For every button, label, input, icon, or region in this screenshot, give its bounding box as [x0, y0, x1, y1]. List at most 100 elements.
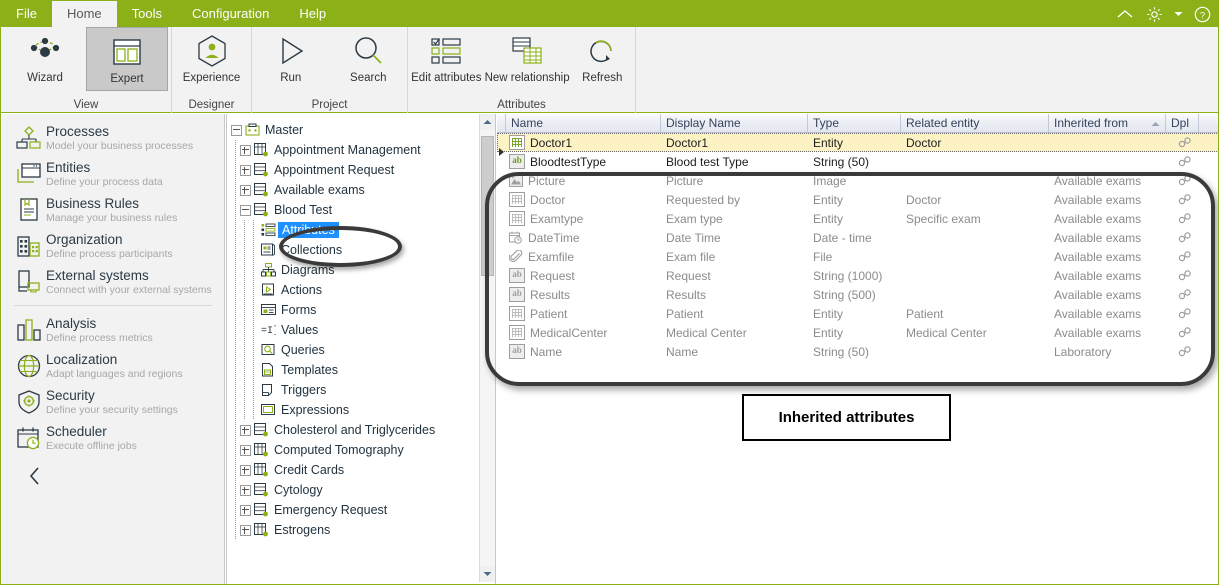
grid-column-header-type[interactable]: Type	[808, 114, 901, 132]
sidebar-item-security[interactable]: Security Define your security settings	[2, 384, 224, 420]
gear-icon[interactable]	[1144, 4, 1164, 24]
refresh-button[interactable]: Refresh	[570, 27, 635, 84]
ribbon-tab-help[interactable]: Help	[284, 1, 341, 27]
tree-node-emergency-request[interactable]: Emergency Request	[231, 500, 495, 520]
tree-node-label: Credit Cards	[274, 463, 345, 477]
table-row[interactable]: Patient Patient Entity Patient Available exa…	[497, 304, 1218, 323]
tree-node-estrogens[interactable]: Estrogens	[231, 520, 495, 540]
link-icon[interactable]	[1166, 194, 1199, 205]
tree-node-diagrams[interactable]: Diagrams	[231, 260, 495, 280]
tree-expand-toggle[interactable]	[240, 444, 251, 456]
grid-column-header-blank[interactable]	[1199, 114, 1218, 132]
tree-node-cytology[interactable]: Cytology	[231, 480, 495, 500]
tree-expand-toggle[interactable]	[240, 524, 251, 536]
tree-collapse-toggle[interactable]	[231, 124, 242, 136]
sidebar-item-external-systems[interactable]: External systems Connect with your extern…	[2, 264, 224, 300]
tree-node-collections[interactable]: Collections	[231, 240, 495, 260]
table-row[interactable]: MedicalCenter Medical Center Entity Medical…	[497, 323, 1218, 342]
experience-button[interactable]: Experience	[172, 27, 251, 84]
link-icon[interactable]	[1166, 270, 1199, 281]
tree-scrollbar[interactable]	[479, 114, 495, 582]
tree-node-templates[interactable]: Templates	[231, 360, 495, 380]
ribbon-tab-home[interactable]: Home	[51, 1, 117, 27]
table-row[interactable]: Picture Picture Image Available exams	[497, 171, 1218, 190]
tree-collapse-toggle[interactable]	[240, 204, 251, 216]
sidebar-item-localization[interactable]: Localization Adapt languages and regions	[2, 348, 224, 384]
collapse-ribbon-icon[interactable]	[1115, 4, 1135, 24]
sidebar-item-processes[interactable]: Processes Model your business processes	[2, 120, 224, 156]
cell-inherited-from: Available exams	[1054, 192, 1142, 207]
edit-attributes-icon	[426, 31, 466, 71]
tree-node-attributes[interactable]: Attributes	[231, 220, 495, 240]
grid-column-header-inherited-from[interactable]: Inherited from	[1049, 114, 1166, 132]
tree-node-expressions[interactable]: Expressions	[231, 400, 495, 420]
tree-node-appointment-request[interactable]: Appointment Request	[231, 160, 495, 180]
sidebar-item-organization[interactable]: Organization Define process participants	[2, 228, 224, 264]
tree-expand-toggle[interactable]	[240, 484, 251, 496]
grid-column-header-name[interactable]: Name	[506, 114, 661, 132]
grid-column-header-related-entity[interactable]: Related entity	[901, 114, 1049, 132]
cell-inherited-from: Available exams	[1054, 173, 1142, 188]
link-icon[interactable]	[1166, 232, 1199, 243]
wizard-button[interactable]: Wizard	[4, 27, 86, 84]
scroll-up-arrow-icon[interactable]	[480, 114, 495, 130]
tree-node-queries[interactable]: Queries	[231, 340, 495, 360]
tree-node-blood-test[interactable]: Blood Test	[231, 200, 495, 220]
link-icon[interactable]	[1166, 308, 1199, 319]
tree-node-forms[interactable]: Forms	[231, 300, 495, 320]
scroll-down-arrow-icon[interactable]	[480, 566, 495, 582]
sidebar-collapse-button[interactable]	[2, 456, 224, 486]
sidebar-item-analysis[interactable]: Analysis Define process metrics	[2, 312, 224, 348]
link-icon[interactable]	[1166, 175, 1199, 186]
tree-expand-toggle[interactable]	[240, 464, 251, 476]
cell-name: Doctor1	[530, 135, 573, 150]
tree-expand-toggle[interactable]	[240, 424, 251, 436]
link-icon[interactable]	[1166, 251, 1199, 262]
tree-node-master[interactable]: Master	[231, 120, 495, 140]
tree-node-available-exams[interactable]: Available exams	[231, 180, 495, 200]
tree-node-appointment-management[interactable]: Appointment Management	[231, 140, 495, 160]
tree-scroll-thumb[interactable]	[481, 136, 494, 276]
table-row[interactable]: Examtype Exam type Entity Specific exam Avai…	[497, 209, 1218, 228]
tree-expand-toggle[interactable]	[240, 164, 251, 176]
table-row[interactable]: ab BloodtestType Blood test Type String (50…	[497, 152, 1218, 171]
table-row[interactable]: Examfile Exam file File Available exams	[497, 247, 1218, 266]
table-row[interactable]: Doctor1 Doctor1 Entity Doctor	[497, 133, 1218, 156]
tree-expand-toggle[interactable]	[240, 504, 251, 516]
sidebar-item-scheduler[interactable]: Scheduler Execute offline jobs	[2, 420, 224, 456]
tree-expand-toggle[interactable]	[240, 184, 251, 196]
link-icon[interactable]	[1166, 289, 1199, 300]
link-icon[interactable]	[1166, 156, 1199, 167]
tree-node-values[interactable]: =I] Values	[231, 320, 495, 340]
new-relationship-button[interactable]: New relationship	[485, 27, 570, 84]
table-row[interactable]: ab Request Request String (1000) Available e…	[497, 266, 1218, 285]
edit-attributes-button[interactable]: Edit attributes	[408, 27, 485, 84]
sidebar-item-business-rules[interactable]: Business Rules Manage your business rules	[2, 192, 224, 228]
link-icon[interactable]	[1166, 346, 1199, 357]
ribbon-tab-configuration[interactable]: Configuration	[177, 1, 284, 27]
tree-node-actions[interactable]: Actions	[231, 280, 495, 300]
grid-column-header-display-name[interactable]: Display Name	[661, 114, 808, 132]
table-row[interactable]: ab Results Results String (500) Available ex…	[497, 285, 1218, 304]
tree-node-computed-tomography[interactable]: Computed Tomography	[231, 440, 495, 460]
link-icon[interactable]	[1166, 213, 1199, 224]
search-button[interactable]: Search	[330, 27, 408, 84]
tree-node-triggers[interactable]: Triggers	[231, 380, 495, 400]
link-icon[interactable]	[1166, 137, 1199, 148]
tree-node-credit-cards[interactable]: Credit Cards	[231, 460, 495, 480]
question-circle-icon[interactable]: ?	[1192, 4, 1212, 24]
ribbon-tab-tools[interactable]: Tools	[117, 1, 177, 27]
chevron-down-icon[interactable]	[1173, 4, 1183, 24]
table-row[interactable]: ab Name Name String (50) Laboratory	[497, 342, 1218, 361]
link-icon[interactable]	[1166, 327, 1199, 338]
ribbon-tab-file[interactable]: File	[1, 1, 52, 27]
run-button[interactable]: Run	[252, 27, 330, 84]
table-row[interactable]: DateTime Date Time Date - time Available ex…	[497, 228, 1218, 247]
expert-button[interactable]: Expert	[86, 27, 168, 91]
tree-node-cholesterol-and-triglycerides[interactable]: Cholesterol and Triglycerides	[231, 420, 495, 440]
grid-column-header-dpl[interactable]: Dpl	[1166, 114, 1199, 132]
table-row[interactable]: Doctor Requested by Entity Doctor Available …	[497, 190, 1218, 209]
sidebar-item-subtitle: Execute offline jobs	[46, 440, 137, 452]
sidebar-item-entities[interactable]: Entities Define your process data	[2, 156, 224, 192]
tree-expand-toggle[interactable]	[240, 144, 251, 156]
